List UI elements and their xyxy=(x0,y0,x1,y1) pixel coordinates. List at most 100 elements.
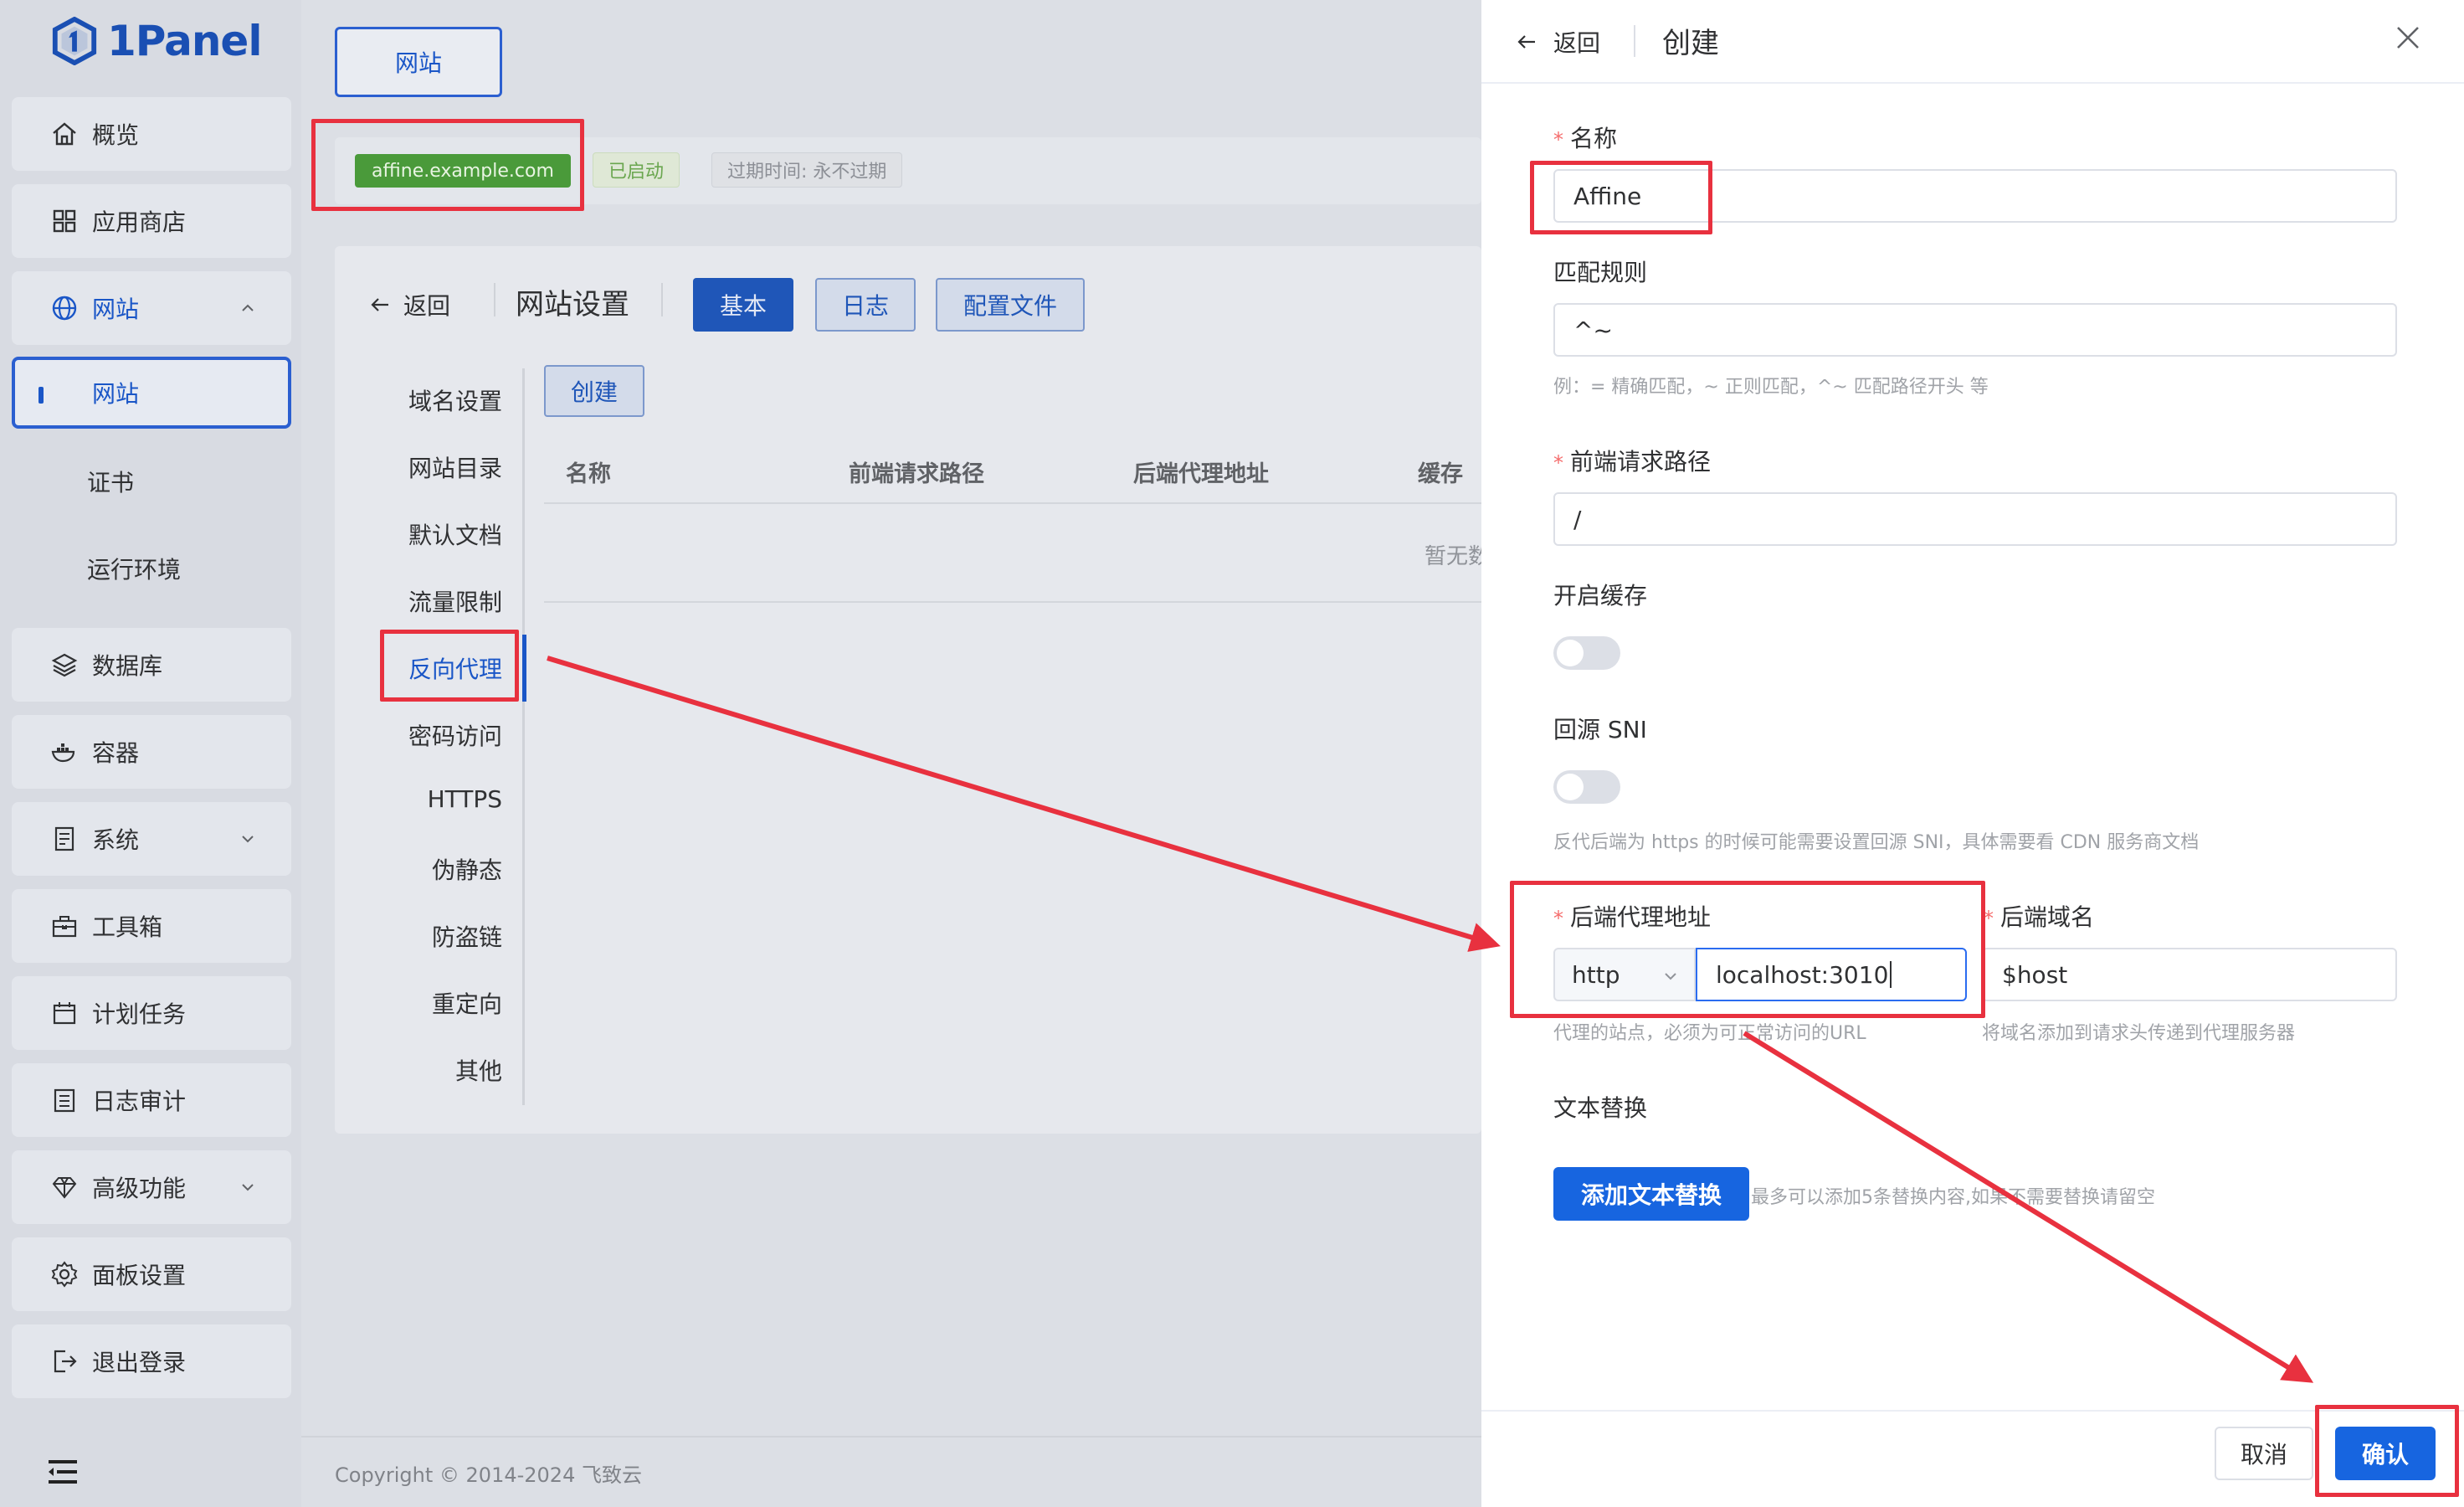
proxy-address-input[interactable]: localhost:3010 xyxy=(1696,948,1967,1001)
chevron-down-icon xyxy=(1665,973,1676,980)
sni-toggle[interactable] xyxy=(1553,770,1620,804)
table-bottom-line xyxy=(544,601,1481,603)
copyright-text: Copyright © 2014-2024 飞致云 xyxy=(335,1463,642,1487)
sidebar-item-label: 容器 xyxy=(92,739,140,767)
1panel-logo-icon xyxy=(52,17,97,65)
layers-icon xyxy=(51,653,78,677)
name-input[interactable]: Affine xyxy=(1553,169,2397,223)
name-label: * 名称 xyxy=(1553,121,1617,154)
drawer-title: 创建 xyxy=(1662,27,1719,60)
add-text-replace-button[interactable]: 添加文本替换 xyxy=(1553,1167,1749,1221)
tab-logs[interactable]: 日志 xyxy=(815,278,916,332)
sidebar-item-label: 数据库 xyxy=(92,652,163,680)
chevron-up-icon xyxy=(242,304,254,311)
menu-item-default-doc[interactable]: 默认文档 xyxy=(408,517,502,551)
match-rule-input[interactable]: ^~ xyxy=(1553,303,2397,357)
sidebar-item-runtime[interactable]: 运行环境 xyxy=(12,532,291,604)
menu-item-anti-leech[interactable]: 防盗链 xyxy=(432,919,502,953)
proxy-address-label-text: 后端代理地址 xyxy=(1570,903,1712,931)
menu-item-site-dir[interactable]: 网站目录 xyxy=(408,450,502,484)
divider xyxy=(661,283,663,316)
sidebar-item-label: 日志审计 xyxy=(92,1088,187,1115)
menu-item-domain[interactable]: 域名设置 xyxy=(408,383,502,417)
frontend-path-input[interactable]: / xyxy=(1553,492,2397,546)
cache-label: 开启缓存 xyxy=(1553,582,1648,609)
menu-item-other[interactable]: 其他 xyxy=(455,1053,502,1087)
text-caret xyxy=(1890,961,1892,988)
sidebar-item-appstore[interactable]: 应用商店 xyxy=(12,184,291,258)
drawer-footer-divider xyxy=(1481,1410,2464,1412)
sidebar-item-toolbox[interactable]: 工具箱 xyxy=(12,889,291,963)
chevron-down-icon xyxy=(242,1184,254,1191)
proxy-scheme-value: http xyxy=(1572,960,1620,989)
text-replace-label: 文本替换 xyxy=(1553,1094,1648,1122)
sidebar-item-website[interactable]: 网站 xyxy=(12,357,291,429)
create-proxy-button[interactable]: 创建 xyxy=(544,365,644,417)
drawer-back-button[interactable]: 返回 xyxy=(1515,25,1600,59)
sidebar-item-logs[interactable]: 日志审计 xyxy=(12,1063,291,1137)
drawer-back-label: 返回 xyxy=(1553,29,1601,57)
sidebar-item-cron[interactable]: 计划任务 xyxy=(12,976,291,1050)
tab-basic[interactable]: 基本 xyxy=(693,278,793,332)
menu-item-rate-limit[interactable]: 流量限制 xyxy=(408,584,502,618)
sidebar-item-label: 概览 xyxy=(92,121,140,149)
cache-toggle[interactable] xyxy=(1553,636,1620,670)
sidebar-item-database[interactable]: 数据库 xyxy=(12,628,291,702)
sidebar-item-advanced[interactable]: 高级功能 xyxy=(12,1150,291,1224)
menu-collapse-icon[interactable] xyxy=(47,1458,79,1485)
column-header-name: 名称 xyxy=(566,461,611,487)
sidebar-item-website-group[interactable]: 网站 xyxy=(12,271,291,345)
status-badge: 已启动 xyxy=(593,152,680,188)
confirm-button[interactable]: 确认 xyxy=(2335,1427,2436,1480)
docker-icon xyxy=(51,743,75,763)
back-button[interactable]: 返回 xyxy=(368,288,450,321)
drawer-header: 返回 创建 xyxy=(1481,0,2464,84)
sidebar-item-label: 计划任务 xyxy=(92,1000,187,1028)
divider xyxy=(1634,25,1635,57)
toolbox-icon xyxy=(52,916,77,938)
cancel-button[interactable]: 取消 xyxy=(2215,1427,2313,1480)
gear-icon xyxy=(51,1261,78,1288)
close-icon[interactable] xyxy=(2394,23,2422,52)
column-header-cache: 缓存 xyxy=(1418,461,1463,487)
globe-icon xyxy=(52,296,77,321)
menu-item-reverse-proxy[interactable]: 反向代理 xyxy=(408,651,502,685)
sidebar-item-label: 网站 xyxy=(92,296,140,323)
tab-config-file[interactable]: 配置文件 xyxy=(936,278,1085,332)
text-replace-hint: 最多可以添加5条替换内容,如果不需要替换请留空 xyxy=(1751,1187,2155,1208)
frontend-path-label: * 前端请求路径 xyxy=(1553,444,1711,477)
logo[interactable]: 1Panel xyxy=(50,12,262,70)
chevron-down-icon xyxy=(242,836,254,843)
sidebar-item-certificate[interactable]: 证书 xyxy=(12,445,291,517)
proxy-scheme-select[interactable]: http xyxy=(1553,948,1696,1001)
required-mark: * xyxy=(1984,907,1994,930)
sidebar-item-label: 工具箱 xyxy=(92,913,163,941)
column-header-backend-address: 后端代理地址 xyxy=(1133,461,1269,487)
create-proxy-drawer: 返回 创建 xyxy=(1481,0,2464,1507)
sidebar-item-system[interactable]: 系统 xyxy=(12,802,291,876)
required-mark: * xyxy=(1553,128,1563,152)
menu-active-indicator xyxy=(522,635,526,702)
log-icon xyxy=(54,1088,75,1113)
menu-item-https[interactable]: HTTPS xyxy=(428,785,502,813)
table-header-line xyxy=(544,502,1481,504)
sidebar-item-overview[interactable]: 概览 xyxy=(12,97,291,171)
sidebar-item-label: 面板设置 xyxy=(92,1262,187,1289)
logo-text: 1Panel xyxy=(107,17,262,65)
empty-state-text: 暂无数 xyxy=(1424,544,1491,569)
sidebar-item-label: 系统 xyxy=(92,826,140,854)
menu-item-password-access[interactable]: 密码访问 xyxy=(408,718,502,752)
sidebar-item-settings[interactable]: 面板设置 xyxy=(12,1237,291,1311)
backend-host-input[interactable]: $host xyxy=(1982,948,2397,1001)
menu-item-rewrite[interactable]: 伪静态 xyxy=(432,852,502,886)
sidebar-item-logout[interactable]: 退出登录 xyxy=(12,1324,291,1398)
tab-website[interactable]: 网站 xyxy=(335,27,502,97)
menu-item-redirect[interactable]: 重定向 xyxy=(432,986,502,1020)
backend-host-label: * 后端域名 xyxy=(1984,899,2094,933)
settings-menu: 域名设置 网站目录 默认文档 流量限制 反向代理 密码访问 HTTPS 伪静态 … xyxy=(360,368,502,1105)
arrow-left-icon xyxy=(1517,35,1535,49)
sidebar-item-container[interactable]: 容器 xyxy=(12,715,291,789)
calendar-icon xyxy=(53,1002,76,1025)
sidebar-item-label: 证书 xyxy=(87,469,135,496)
sidebar-item-label: 退出登录 xyxy=(92,1349,187,1376)
